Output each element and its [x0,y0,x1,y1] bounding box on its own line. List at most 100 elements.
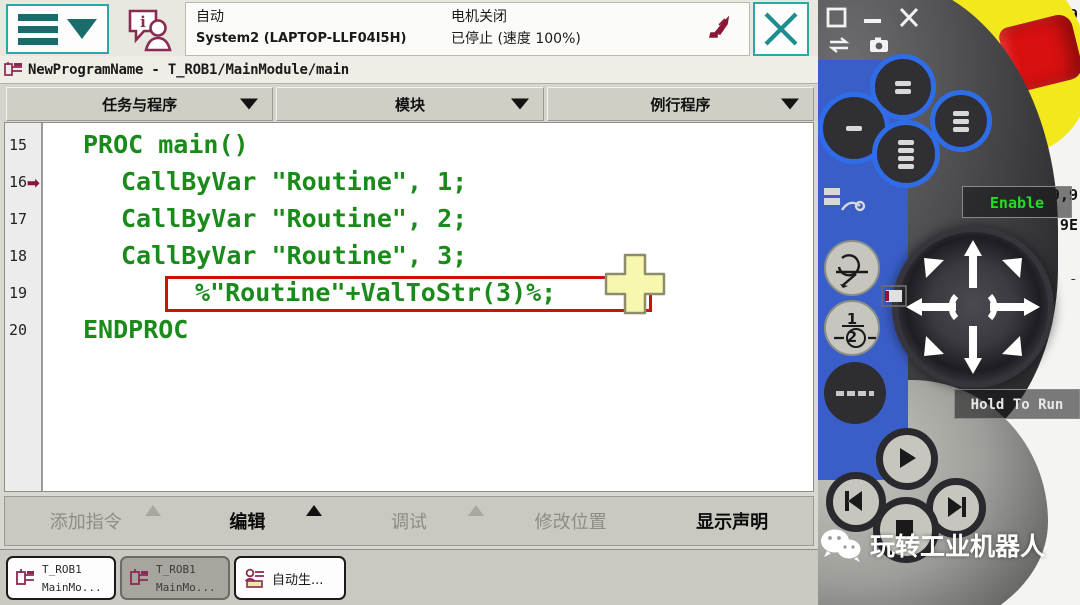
wechat-icon [820,528,862,562]
operator-info-icon[interactable]: i [124,8,178,52]
play-button[interactable] [876,428,938,490]
program-pointer-icon: ➡ [27,176,40,191]
key-bars-icon [846,126,862,131]
taskbar-item-text: T_ROB1 MainMo... [42,560,102,596]
watermark-text: 玩转工业机器人 [870,527,1045,563]
status-motor-state: 电机关闭 [451,6,581,28]
screen-root: i 自动 System2 (LAPTOP-LLF04I5H) 电机关闭 已停止 … [0,0,1080,605]
taskbar-item-trob1-b[interactable]: T_ROB1 MainMo... [120,556,230,600]
camera-icon[interactable] [868,36,890,54]
selector-tasks-programs[interactable]: 任务与程序 [6,87,273,121]
program-editor-icon [130,567,150,589]
line-number: 19 [9,284,35,302]
svg-text:i: i [140,13,146,31]
watermark: 玩转工业机器人 [820,527,1045,563]
breadcrumb-path: NewProgramName - T_ROB1/MainModule/main [28,62,349,78]
action-label: 修改位置 [535,508,607,534]
hardkey-2[interactable] [870,54,936,120]
taskbar-item-trob1-a[interactable]: T_ROB1 MainMo... [6,556,116,600]
next-icon [932,484,978,530]
jogging-axis-button[interactable]: 1 2 [824,300,880,356]
code-row[interactable]: 16 ➡ CallByVar "Routine", 1; [5,164,813,201]
chevron-down-icon [67,19,97,39]
code-lines: 15 PROC main() 16 ➡ CallByVar "Routine",… [5,127,813,349]
jogging-reorient-button[interactable] [824,240,880,296]
status-mode-group: 自动 System2 (LAPTOP-LLF04I5H) [196,6,406,50]
usb-port-icon [880,282,910,312]
code-row[interactable]: 17 CallByVar "Routine", 2; [5,201,813,238]
caret-up-icon [145,505,161,516]
chevron-down-icon [781,99,799,110]
action-label: 编辑 [229,508,265,534]
hardkey-dash-button[interactable] [824,362,886,424]
previous-icon [832,478,878,524]
action-edit[interactable]: 编辑 [167,497,329,545]
chevron-down-icon [511,99,529,110]
swap-icon[interactable] [828,36,850,54]
code-text: PROC main() [83,130,249,159]
task-line-2: MainMo... [42,581,102,594]
axis-1-2-icon: 1 2 [826,302,882,358]
code-text: CallByVar "Routine", 1; [121,167,467,196]
jogging-linear-icon[interactable] [820,182,866,230]
maximize-icon[interactable] [824,6,850,30]
program-editor-icon [16,567,36,589]
code-text: CallByVar "Routine", 3; [121,241,467,270]
program-module-icon [4,60,24,79]
chevron-down-icon [240,99,258,110]
header-bar: i 自动 System2 (LAPTOP-LLF04I5H) 电机关闭 已停止 … [0,0,818,56]
joystick-direction-arrows [894,228,1052,386]
selector-label: 任务与程序 [102,94,177,115]
code-text: CallByVar "Routine", 2; [121,204,467,233]
reorient-icon [826,242,882,298]
hardkey-3[interactable] [930,90,992,152]
taskbar: T_ROB1 MainMo... T_ROB1 MainMo... [0,549,818,605]
auto-production-icon [244,567,266,589]
task-line-1: T_ROB1 [156,563,196,576]
flexpendant-ui: i 自动 System2 (LAPTOP-LLF04I5H) 电机关闭 已停止 … [0,0,818,605]
enable-indicator: Enable [962,186,1072,218]
hold-to-run-label: Hold To Run [954,389,1080,419]
selector-label: 例行程序 [650,94,710,115]
robot-status-icon [707,15,731,41]
action-debug[interactable]: 调试 [328,497,490,545]
code-row[interactable]: 15 PROC main() [5,127,813,164]
task-label: 自动生... [272,569,323,588]
selector-bar: 任务与程序 模块 例行程序 [0,85,818,121]
action-add-instruction[interactable]: 添加指令 [5,497,167,545]
status-run-state: 已停止 (速度 100%) [451,28,581,50]
code-editor[interactable]: 15 PROC main() 16 ➡ CallByVar "Routine",… [4,122,814,492]
dash-keys-icon [824,362,886,424]
selector-modules[interactable]: 模块 [276,87,543,121]
status-system: System2 (LAPTOP-LLF04I5H) [196,28,406,50]
close-button[interactable] [753,2,809,56]
line-number: 15 [9,136,35,154]
status-mode: 自动 [196,6,406,28]
taskbar-item-auto-production[interactable]: 自动生... [234,556,346,600]
selector-label: 模块 [395,94,425,115]
minimize-icon[interactable] [860,6,886,30]
key-bars-icon [895,81,911,94]
action-bar: 添加指令 编辑 调试 修改位置 显示声明 [4,496,814,546]
status-panel: 自动 System2 (LAPTOP-LLF04I5H) 电机关闭 已停止 (速… [185,2,750,56]
code-text: ENDPROC [83,315,188,344]
hamburger-menu-icon [18,14,58,45]
selector-routines[interactable]: 例行程序 [547,87,814,121]
hardkey-4[interactable] [872,120,940,188]
code-row[interactable]: 18 CallByVar "Routine", 3; [5,238,813,275]
task-line-1: T_ROB1 [42,563,82,576]
main-menu-button[interactable] [6,4,109,54]
status-motor-group: 电机关闭 已停止 (速度 100%) [451,6,581,50]
play-icon [882,434,930,482]
code-row[interactable]: 20 ENDPROC [5,312,813,349]
task-line-2: MainMo... [156,581,216,594]
caret-up-icon [306,505,322,516]
plus-marker-icon [602,251,668,317]
action-modify-position[interactable]: 修改位置 [490,497,652,545]
action-show-declaration[interactable]: 显示声明 [651,497,813,545]
close-icon[interactable] [896,6,922,30]
code-row-highlighted[interactable]: 19 %"Routine"+ValToStr(3)%; [5,275,813,312]
key-bars-icon [953,111,969,132]
caret-up-icon [468,505,484,516]
key-bars-icon [898,140,914,169]
